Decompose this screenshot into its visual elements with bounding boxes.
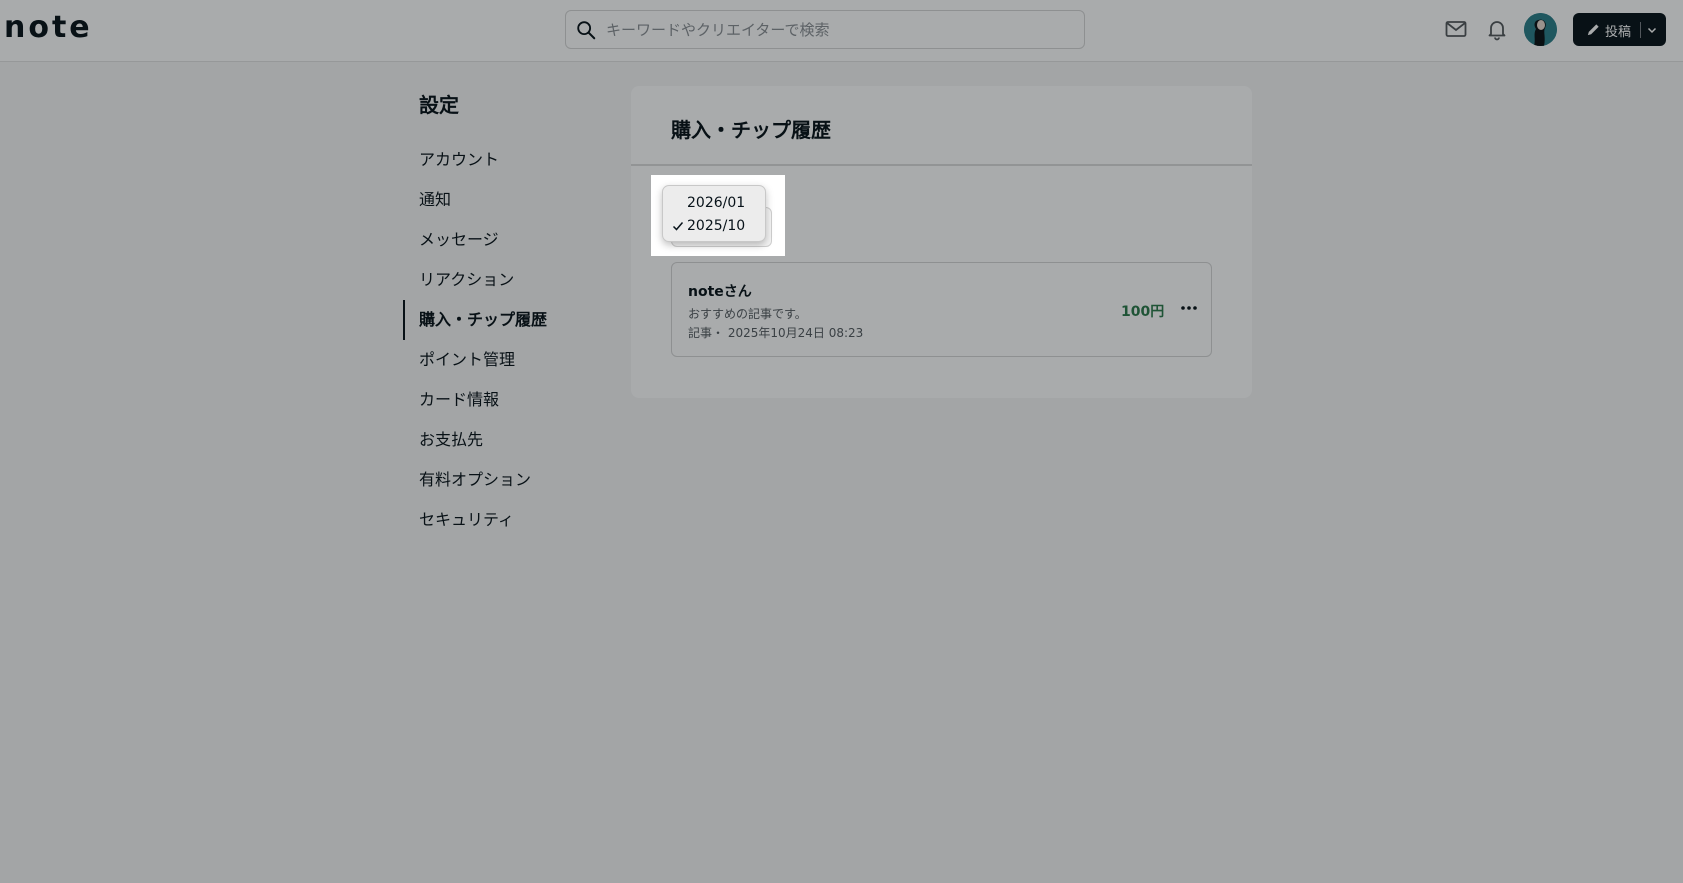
month-option-selected[interactable]: 2025/10	[663, 215, 765, 237]
month-dropdown-menu: 2026/01 2025/10	[662, 185, 766, 242]
check-icon	[672, 222, 684, 231]
modal-backdrop[interactable]	[0, 0, 1683, 883]
month-select-focus: 2026/01 2025/10	[651, 175, 785, 256]
month-option-label: 2026/01	[687, 195, 746, 211]
month-option-label: 2025/10	[687, 218, 746, 234]
month-option[interactable]: 2026/01	[663, 192, 765, 214]
